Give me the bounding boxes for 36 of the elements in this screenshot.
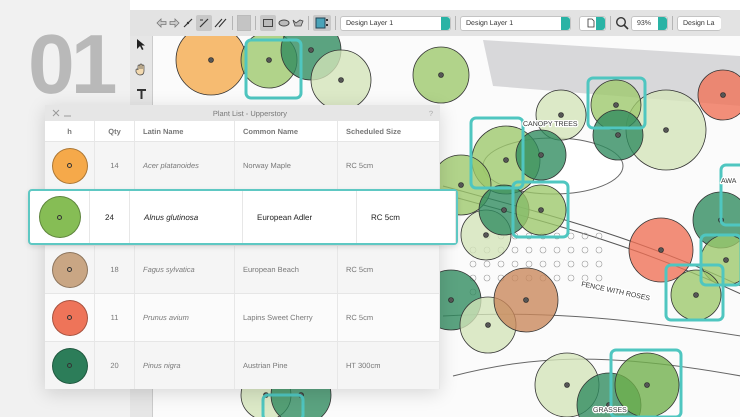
table-cell: European Adler bbox=[243, 191, 357, 243]
selection-frame bbox=[244, 38, 302, 100]
selection-frame bbox=[262, 394, 304, 417]
table-cell: RC 5cm bbox=[357, 191, 456, 243]
backdrop-number: 01 bbox=[28, 22, 114, 106]
plant-row[interactable]: 24 Alnus glutinosa European Adler RC 5cm bbox=[28, 189, 458, 245]
layout-icon[interactable] bbox=[313, 15, 331, 31]
line-tool-icon[interactable] bbox=[196, 15, 212, 31]
line-tool-icon[interactable] bbox=[182, 17, 194, 29]
polygon-tool-icon[interactable] bbox=[292, 18, 304, 28]
ellipse-tool-icon[interactable] bbox=[278, 18, 290, 28]
tree-symbol[interactable] bbox=[628, 218, 694, 282]
tree-symbol[interactable] bbox=[670, 270, 722, 320]
table-cell: Alnus glutinosa bbox=[130, 191, 243, 243]
text-tool-icon[interactable] bbox=[136, 88, 146, 100]
page-dropdown[interactable] bbox=[579, 16, 606, 30]
selection-frame bbox=[512, 180, 570, 238]
table-cell: 24 bbox=[90, 191, 130, 243]
search-icon[interactable] bbox=[615, 16, 629, 30]
rectangle-tool-icon[interactable] bbox=[260, 15, 276, 31]
tree-symbol[interactable] bbox=[412, 46, 470, 104]
tree-symbol[interactable] bbox=[516, 130, 566, 180]
fill-swatch[interactable] bbox=[237, 15, 251, 31]
selection-frame bbox=[586, 76, 646, 130]
page-icon bbox=[587, 18, 595, 28]
tree-symbol[interactable] bbox=[516, 184, 566, 236]
tree-symbol[interactable] bbox=[698, 70, 740, 120]
tree-symbol[interactable] bbox=[592, 110, 644, 160]
pointer-icon[interactable] bbox=[136, 38, 146, 51]
tree-symbol[interactable] bbox=[700, 234, 740, 286]
selection-frame bbox=[720, 164, 740, 226]
double-line-tool-icon[interactable] bbox=[214, 17, 228, 29]
tree-symbol[interactable] bbox=[176, 36, 246, 96]
back-arrow-icon[interactable] bbox=[156, 18, 167, 28]
tree-symbol[interactable] bbox=[494, 268, 558, 332]
hand-icon[interactable] bbox=[135, 63, 147, 76]
